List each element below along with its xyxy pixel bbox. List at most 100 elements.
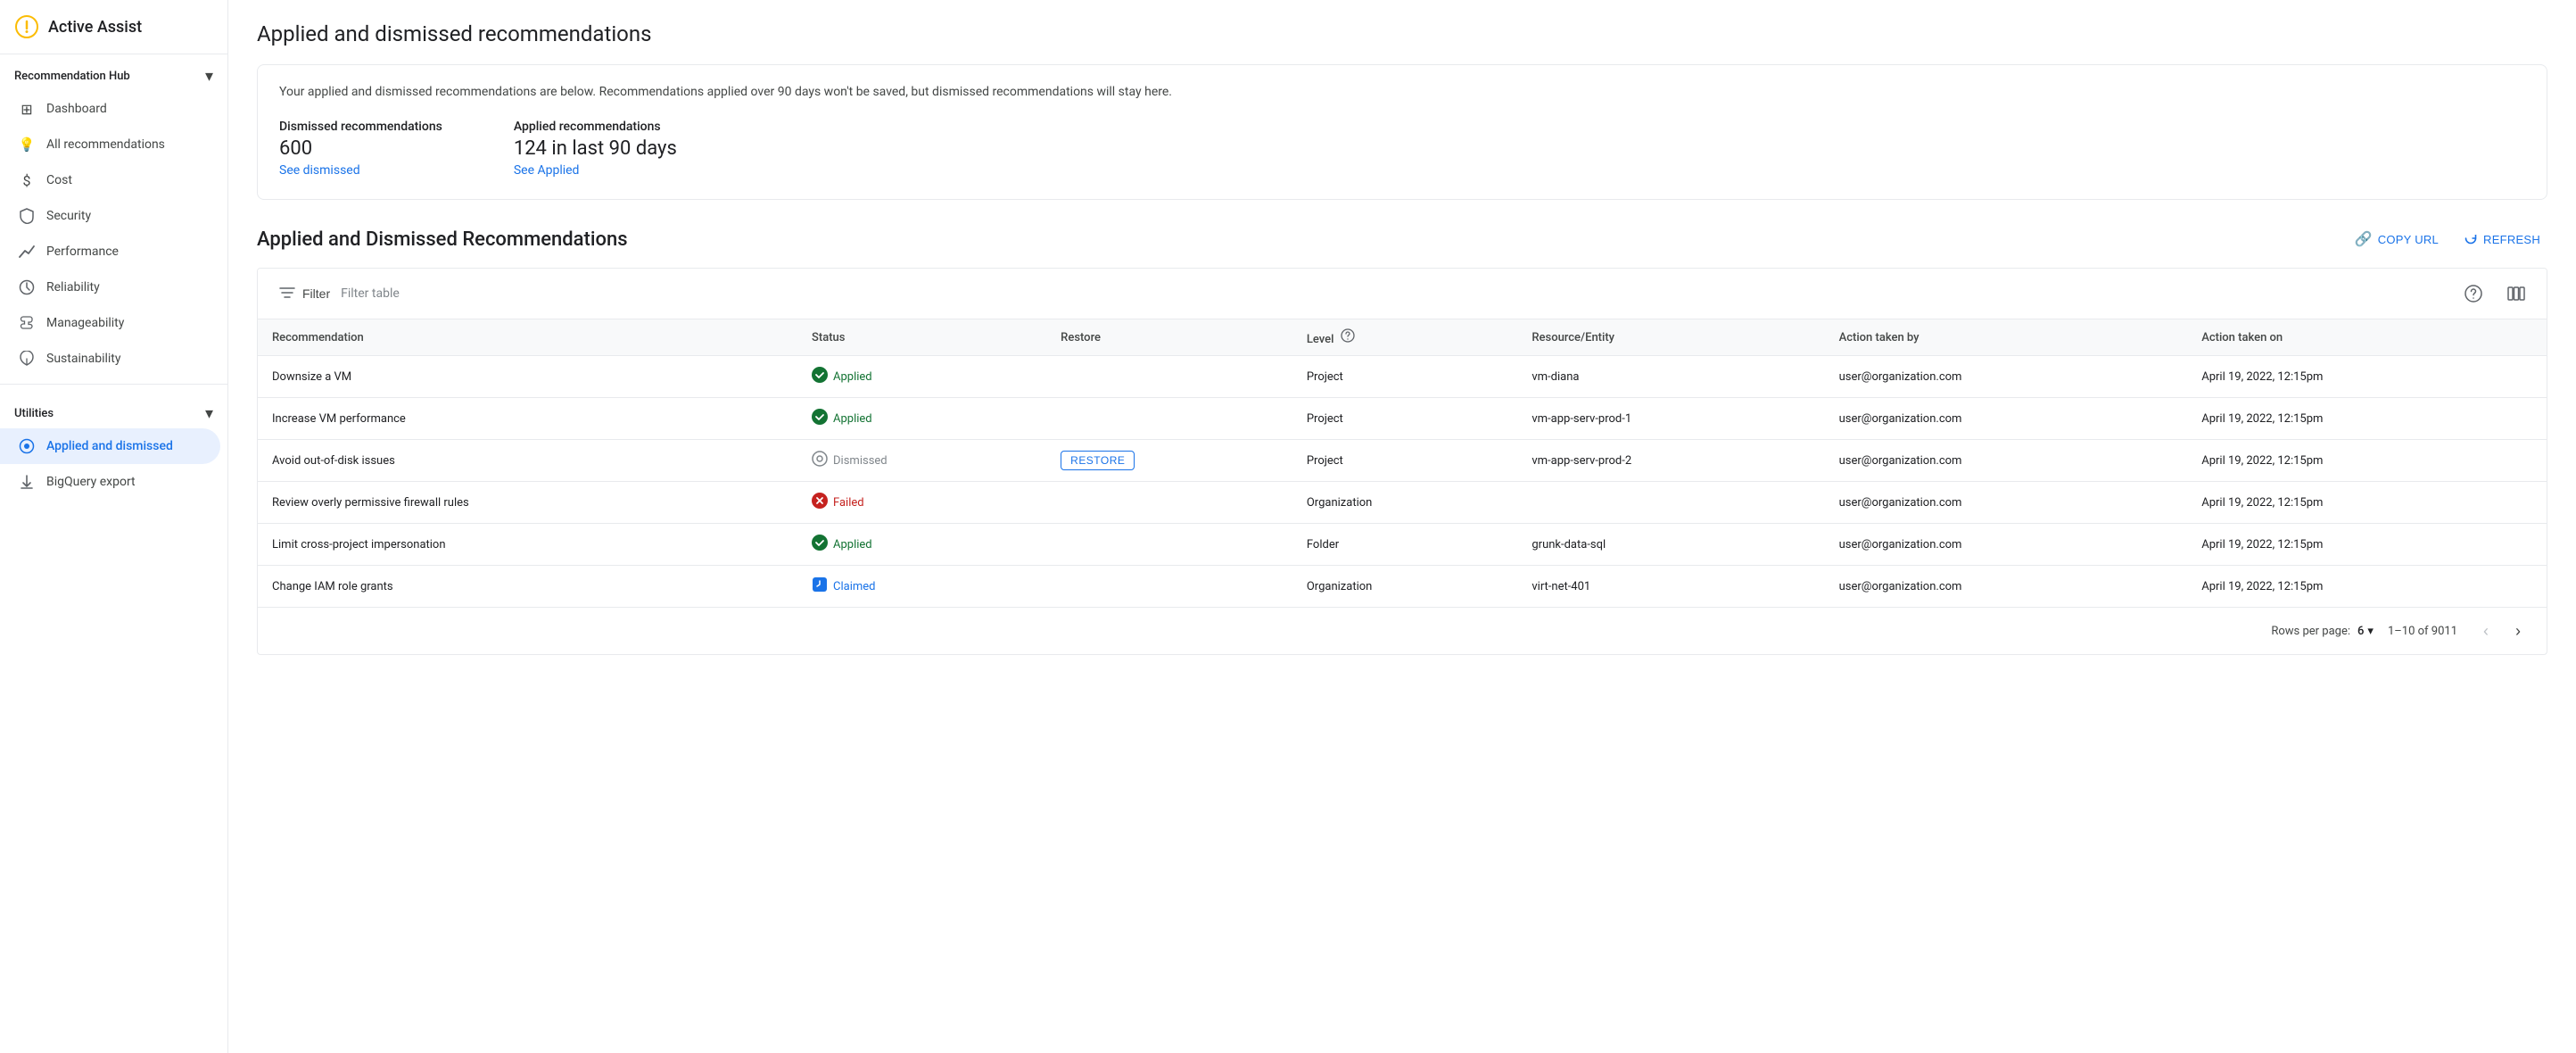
recommendations-table-wrapper: Filter Filter table Recommendation Statu…	[257, 268, 2547, 655]
cell-action-by: user@organization.com	[1825, 566, 2188, 608]
status-label: Applied	[833, 370, 872, 384]
col-level: Level	[1292, 319, 1518, 356]
col-resource: Resource/Entity	[1517, 319, 1824, 356]
cell-restore	[1046, 566, 1292, 608]
main-content: Applied and dismissed recommendations Yo…	[228, 0, 2576, 1053]
section-header: Applied and Dismissed Recommendations 🔗 …	[257, 225, 2547, 253]
app-header: Active Assist	[0, 0, 227, 54]
cell-level: Folder	[1292, 524, 1518, 566]
sidebar-item-applied-and-dismissed[interactable]: Applied and dismissed	[0, 428, 220, 464]
cell-action-on: April 19, 2022, 12:15pm	[2187, 398, 2547, 440]
link-icon: 🔗	[2355, 230, 2373, 248]
help-button[interactable]	[2457, 278, 2489, 310]
cell-recommendation: Limit cross-project impersonation	[258, 524, 797, 566]
col-restore: Restore	[1046, 319, 1292, 356]
cell-restore	[1046, 482, 1292, 524]
sustainability-icon	[18, 350, 36, 368]
sidebar-item-manageability[interactable]: Manageability	[0, 305, 220, 341]
applied-count: 124 in last 90 days	[514, 137, 677, 160]
table-row: Avoid out-of-disk issues Dismissed RESTO…	[258, 440, 2547, 482]
status-icon	[812, 576, 828, 596]
sidebar-item-bigquery-export[interactable]: BigQuery export	[0, 464, 220, 500]
cell-resource: virt-net-401	[1517, 566, 1824, 608]
cell-level: Project	[1292, 440, 1518, 482]
cell-level: Organization	[1292, 482, 1518, 524]
utilities-header[interactable]: Utilities ▾	[0, 392, 227, 428]
cell-action-on: April 19, 2022, 12:15pm	[2187, 482, 2547, 524]
table-toolbar: Filter Filter table	[258, 269, 2547, 319]
sidebar-item-sustainability[interactable]: Sustainability	[0, 341, 220, 377]
col-status: Status	[797, 319, 1046, 356]
sidebar-item-performance[interactable]: Performance	[0, 234, 220, 269]
cell-recommendation: Change IAM role grants	[258, 566, 797, 608]
bigquery-export-icon	[18, 473, 36, 491]
cell-action-by: user@organization.com	[1825, 356, 2188, 398]
cell-restore[interactable]: RESTORE	[1046, 440, 1292, 482]
table-toolbar-actions	[2457, 278, 2532, 310]
next-page-button[interactable]: ›	[2504, 617, 2532, 645]
pagination-nav: ‹ ›	[2472, 617, 2532, 645]
all-recommendations-icon: 💡	[18, 136, 36, 153]
sidebar-item-cost[interactable]: $ Cost	[0, 162, 220, 198]
copy-url-button[interactable]: 🔗 COPY URL	[2348, 225, 2447, 253]
section-title: Applied and Dismissed Recommendations	[257, 228, 628, 251]
see-dismissed-link[interactable]: See dismissed	[279, 163, 360, 178]
pagination-range: 1–10 of 9011	[2388, 625, 2457, 638]
cell-action-on: April 19, 2022, 12:15pm	[2187, 440, 2547, 482]
col-recommendation: Recommendation	[258, 319, 797, 356]
cell-recommendation: Review overly permissive firewall rules	[258, 482, 797, 524]
app-title: Active Assist	[48, 18, 142, 37]
pagination: Rows per page: 6 ▾ 1–10 of 9011 ‹ ›	[258, 607, 2547, 654]
cell-resource: vm-diana	[1517, 356, 1824, 398]
cell-action-on: April 19, 2022, 12:15pm	[2187, 566, 2547, 608]
status-label: Applied	[833, 412, 872, 426]
status-icon	[812, 493, 828, 512]
cell-resource	[1517, 482, 1824, 524]
see-applied-link[interactable]: See Applied	[514, 163, 580, 178]
cell-action-by: user@organization.com	[1825, 440, 2188, 482]
col-action-by: Action taken by	[1825, 319, 2188, 356]
prev-page-button[interactable]: ‹	[2472, 617, 2500, 645]
cell-level: Project	[1292, 356, 1518, 398]
restore-button[interactable]: RESTORE	[1061, 451, 1135, 470]
cell-action-on: April 19, 2022, 12:15pm	[2187, 356, 2547, 398]
cell-recommendation: Downsize a VM	[258, 356, 797, 398]
info-stats: Dismissed recommendations 600 See dismis…	[279, 120, 2525, 178]
recommendation-hub-header[interactable]: Recommendation Hub ▾	[0, 54, 227, 91]
reliability-icon	[18, 278, 36, 296]
cell-action-on: April 19, 2022, 12:15pm	[2187, 524, 2547, 566]
refresh-button[interactable]: REFRESH	[2456, 226, 2547, 253]
filter-placeholder[interactable]: Filter table	[341, 286, 400, 301]
section-actions: 🔗 COPY URL REFRESH	[2348, 225, 2547, 253]
table-row: Downsize a VM Applied Project vm-diana u…	[258, 356, 2547, 398]
cell-status: Dismissed	[797, 440, 1046, 482]
status-icon	[812, 535, 828, 554]
cell-recommendation: Avoid out-of-disk issues	[258, 440, 797, 482]
rows-dropdown-icon: ▾	[2367, 625, 2374, 638]
cell-status: Failed	[797, 482, 1046, 524]
table-row: Review overly permissive firewall rules …	[258, 482, 2547, 524]
dismissed-label: Dismissed recommendations	[279, 120, 442, 134]
table-row: Limit cross-project impersonation Applie…	[258, 524, 2547, 566]
level-help-icon[interactable]	[1341, 328, 1355, 343]
filter-button[interactable]: Filter	[272, 283, 337, 305]
cell-level: Project	[1292, 398, 1518, 440]
sidebar-item-dashboard[interactable]: ⊞ Dashboard	[0, 91, 220, 127]
applied-dismissed-icon	[18, 437, 36, 455]
dismissed-count: 600	[279, 137, 442, 160]
sidebar-item-reliability[interactable]: Reliability	[0, 269, 220, 305]
columns-button[interactable]	[2500, 278, 2532, 310]
security-icon	[18, 207, 36, 225]
manageability-icon	[18, 314, 36, 332]
cell-recommendation: Increase VM performance	[258, 398, 797, 440]
rows-per-page-select[interactable]: 6 ▾	[2357, 625, 2374, 638]
status-label: Claimed	[833, 580, 875, 593]
chevron-down-icon: ▾	[205, 67, 213, 86]
sidebar-item-all-recommendations[interactable]: 💡 All recommendations	[0, 127, 220, 162]
filter-icon	[279, 286, 295, 302]
sidebar-item-security[interactable]: Security	[0, 198, 220, 234]
status-icon	[812, 367, 828, 386]
cell-resource: vm-app-serv-prod-2	[1517, 440, 1824, 482]
cost-icon: $	[18, 171, 36, 189]
dashboard-icon: ⊞	[18, 100, 36, 118]
